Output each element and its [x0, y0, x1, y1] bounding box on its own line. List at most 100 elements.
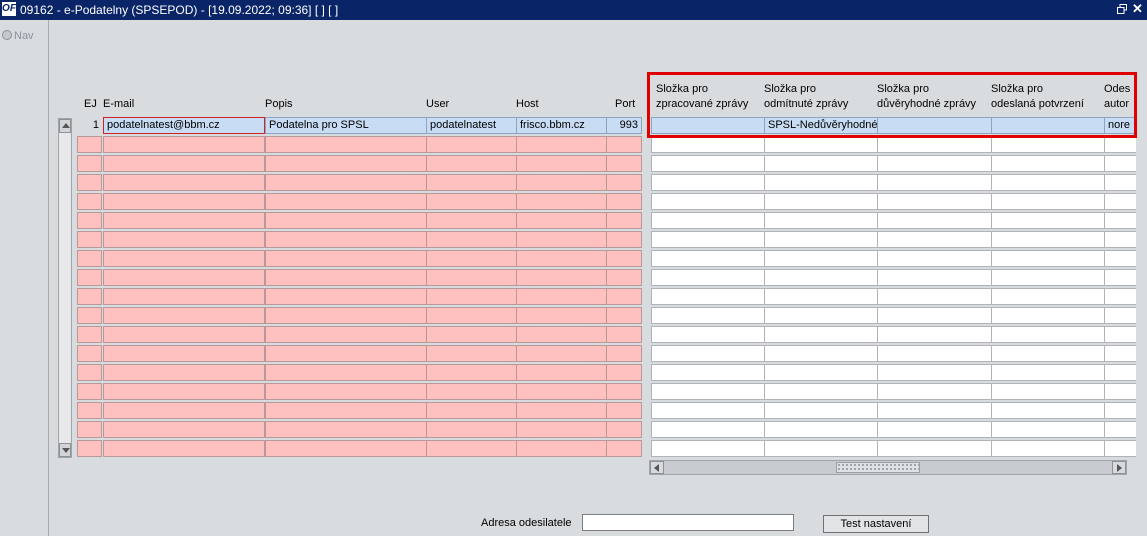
empty-email-field[interactable] — [103, 212, 265, 229]
empty-odes-field[interactable] — [1104, 440, 1136, 457]
empty-port-field[interactable] — [606, 155, 642, 172]
empty-zpracovane-field[interactable] — [651, 231, 765, 248]
empty-odes-field[interactable] — [1104, 155, 1136, 172]
empty-popis-field[interactable] — [265, 231, 427, 248]
empty-duveryhodne-field[interactable] — [877, 155, 992, 172]
empty-zpracovane-field[interactable] — [651, 364, 765, 381]
empty-zpracovane-field[interactable] — [651, 155, 765, 172]
empty-email-field[interactable] — [103, 269, 265, 286]
empty-host-field[interactable] — [516, 212, 607, 229]
empty-zpracovane-field[interactable] — [651, 250, 765, 267]
empty-zpracovane-field[interactable] — [651, 288, 765, 305]
scroll-down-button[interactable] — [59, 443, 71, 457]
empty-host-field[interactable] — [516, 383, 607, 400]
empty-host-field[interactable] — [516, 345, 607, 362]
empty-odmitnute-field[interactable] — [764, 231, 878, 248]
empty-popis-field[interactable] — [265, 364, 427, 381]
empty-port-field[interactable] — [606, 212, 642, 229]
empty-email-field[interactable] — [103, 174, 265, 191]
empty-odes-field[interactable] — [1104, 421, 1136, 438]
empty-email-field[interactable] — [103, 326, 265, 343]
empty-zpracovane-field[interactable] — [651, 345, 765, 362]
empty-port-field[interactable] — [606, 383, 642, 400]
empty-odmitnute-field[interactable] — [764, 174, 878, 191]
scroll-right-button[interactable] — [1112, 461, 1126, 474]
empty-odmitnute-field[interactable] — [764, 345, 878, 362]
empty-host-field[interactable] — [516, 402, 607, 419]
empty-port-field[interactable] — [606, 307, 642, 324]
empty-odes-field[interactable] — [1104, 174, 1136, 191]
empty-potvrzeni-field[interactable] — [991, 212, 1105, 229]
empty-port-field[interactable] — [606, 269, 642, 286]
empty-odmitnute-field[interactable] — [764, 269, 878, 286]
empty-odes-field[interactable] — [1104, 364, 1136, 381]
empty-email-field[interactable] — [103, 383, 265, 400]
empty-user-field[interactable] — [426, 136, 517, 153]
empty-zpracovane-field[interactable] — [651, 402, 765, 419]
empty-odmitnute-field[interactable] — [764, 364, 878, 381]
empty-email-field[interactable] — [103, 307, 265, 324]
empty-port-field[interactable] — [606, 288, 642, 305]
empty-potvrzeni-field[interactable] — [991, 326, 1105, 343]
empty-duveryhodne-field[interactable] — [877, 402, 992, 419]
empty-popis-field[interactable] — [265, 345, 427, 362]
empty-popis-field[interactable] — [265, 326, 427, 343]
row1-potvrzeni-field[interactable] — [991, 117, 1105, 134]
empty-zpracovane-field[interactable] — [651, 326, 765, 343]
empty-potvrzeni-field[interactable] — [991, 383, 1105, 400]
empty-zpracovane-field[interactable] — [651, 136, 765, 153]
empty-odmitnute-field[interactable] — [764, 288, 878, 305]
empty-duveryhodne-field[interactable] — [877, 364, 992, 381]
empty-port-field[interactable] — [606, 193, 642, 210]
row1-popis-field[interactable]: Podatelna pro SPSL — [265, 117, 427, 134]
empty-potvrzeni-field[interactable] — [991, 136, 1105, 153]
empty-user-field[interactable] — [426, 364, 517, 381]
empty-user-field[interactable] — [426, 326, 517, 343]
empty-potvrzeni-field[interactable] — [991, 193, 1105, 210]
empty-user-field[interactable] — [426, 402, 517, 419]
empty-popis-field[interactable] — [265, 383, 427, 400]
close-icon[interactable]: ✕ — [1132, 2, 1143, 16]
empty-popis-field[interactable] — [265, 193, 427, 210]
row1-odes-field[interactable]: nore — [1104, 117, 1136, 134]
empty-duveryhodne-field[interactable] — [877, 269, 992, 286]
empty-potvrzeni-field[interactable] — [991, 307, 1105, 324]
empty-zpracovane-field[interactable] — [651, 174, 765, 191]
empty-user-field[interactable] — [426, 231, 517, 248]
empty-zpracovane-field[interactable] — [651, 421, 765, 438]
empty-user-field[interactable] — [426, 421, 517, 438]
empty-odmitnute-field[interactable] — [764, 307, 878, 324]
row1-user-field[interactable]: podatelnatest — [426, 117, 517, 134]
empty-email-field[interactable] — [103, 193, 265, 210]
empty-email-field[interactable] — [103, 345, 265, 362]
horizontal-scrollbar[interactable] — [649, 460, 1127, 475]
empty-email-field[interactable] — [103, 402, 265, 419]
empty-odes-field[interactable] — [1104, 212, 1136, 229]
sender-address-input[interactable] — [582, 514, 794, 531]
empty-duveryhodne-field[interactable] — [877, 440, 992, 457]
empty-odes-field[interactable] — [1104, 193, 1136, 210]
empty-user-field[interactable] — [426, 345, 517, 362]
empty-user-field[interactable] — [426, 212, 517, 229]
empty-zpracovane-field[interactable] — [651, 193, 765, 210]
empty-email-field[interactable] — [103, 136, 265, 153]
empty-host-field[interactable] — [516, 174, 607, 191]
empty-potvrzeni-field[interactable] — [991, 364, 1105, 381]
empty-potvrzeni-field[interactable] — [991, 440, 1105, 457]
empty-odes-field[interactable] — [1104, 136, 1136, 153]
scroll-up-button[interactable] — [59, 119, 71, 133]
empty-host-field[interactable] — [516, 364, 607, 381]
empty-odmitnute-field[interactable] — [764, 440, 878, 457]
empty-potvrzeni-field[interactable] — [991, 155, 1105, 172]
empty-popis-field[interactable] — [265, 136, 427, 153]
vertical-scrollbar[interactable] — [58, 118, 72, 458]
empty-host-field[interactable] — [516, 193, 607, 210]
test-settings-button[interactable]: Test nastavení — [823, 515, 929, 533]
empty-potvrzeni-field[interactable] — [991, 174, 1105, 191]
empty-email-field[interactable] — [103, 421, 265, 438]
empty-odmitnute-field[interactable] — [764, 402, 878, 419]
restore-icon[interactable] — [1117, 4, 1127, 14]
empty-host-field[interactable] — [516, 136, 607, 153]
empty-popis-field[interactable] — [265, 212, 427, 229]
empty-duveryhodne-field[interactable] — [877, 345, 992, 362]
